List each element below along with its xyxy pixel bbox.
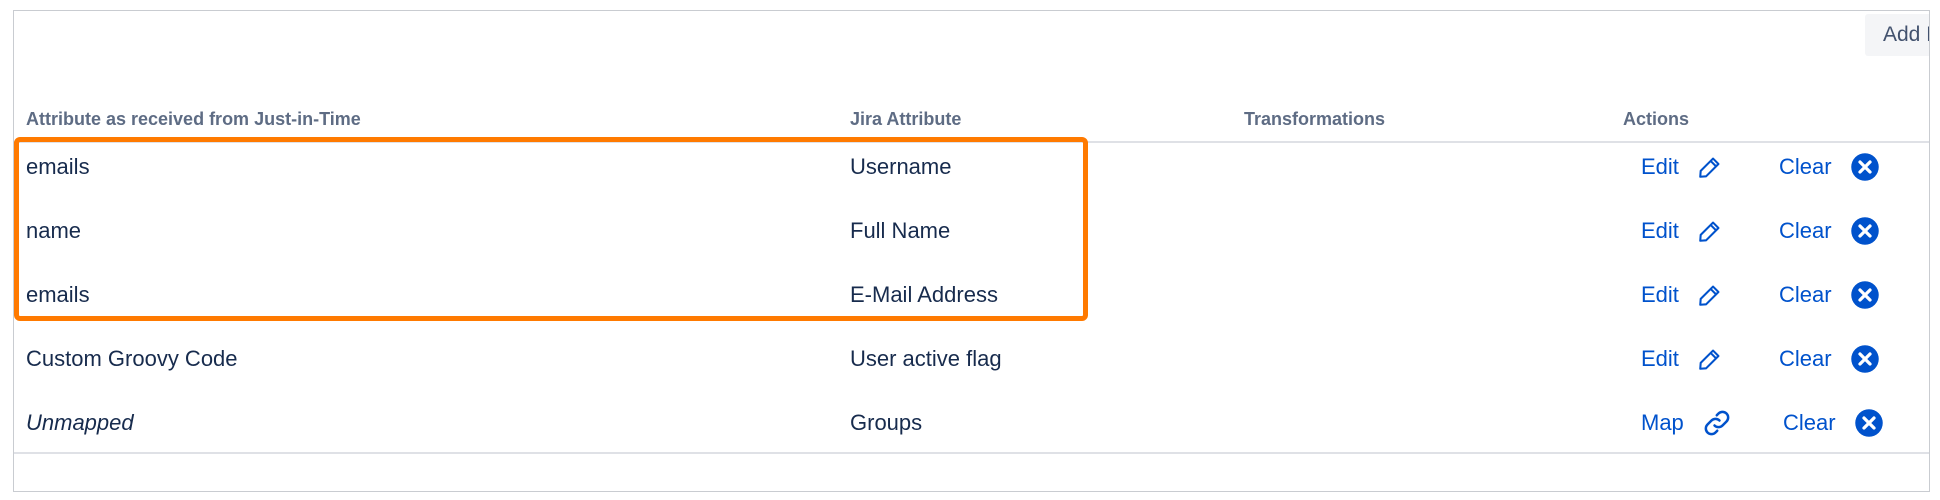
pencil-icon — [1697, 154, 1723, 180]
edit-button[interactable]: Edit — [1641, 199, 1723, 263]
table-bottom-divider — [14, 452, 1929, 454]
table-row: Unmapped Groups Map Clear — [14, 391, 1929, 455]
table-row: Custom Groovy Code User active flag Edit… — [14, 327, 1929, 391]
column-header-transformations: Transformations — [1244, 109, 1386, 129]
clear-button[interactable]: Clear — [1783, 391, 1884, 455]
clear-label: Clear — [1779, 218, 1832, 243]
table-row: name Full Name Edit Clear — [14, 199, 1929, 263]
clear-button[interactable]: Clear — [1779, 199, 1880, 263]
column-header-actions: Actions — [1623, 109, 1690, 129]
map-button[interactable]: Map — [1641, 391, 1732, 455]
close-circle-icon — [1850, 344, 1880, 374]
pencil-icon — [1697, 218, 1723, 244]
column-header-source: Attribute as received from Just-in-Time — [26, 109, 361, 129]
edit-button[interactable]: Edit — [1641, 135, 1723, 199]
edit-button[interactable]: Edit — [1641, 263, 1723, 327]
table-row: emails Username Edit Clear — [14, 135, 1929, 199]
pencil-icon — [1697, 346, 1723, 372]
clear-button[interactable]: Clear — [1779, 327, 1880, 391]
edit-label: Edit — [1641, 346, 1679, 371]
jira-attribute-cell: Full Name — [850, 218, 951, 243]
edit-button[interactable]: Edit — [1641, 327, 1723, 391]
source-attribute-cell: Unmapped — [26, 410, 134, 435]
edit-label: Edit — [1641, 282, 1679, 307]
source-attribute-cell: Custom Groovy Code — [26, 346, 238, 371]
table-row: emails E-Mail Address Edit Clear — [14, 263, 1929, 327]
column-header-jira-attribute: Jira Attribute — [850, 109, 962, 129]
map-label: Map — [1641, 410, 1684, 435]
mappings-panel: Add Mapping Attribute as received from J… — [13, 10, 1930, 492]
pencil-icon — [1697, 282, 1723, 308]
edit-label: Edit — [1641, 218, 1679, 243]
jira-attribute-cell: Username — [850, 154, 952, 179]
source-attribute-cell: name — [26, 218, 82, 243]
close-circle-icon — [1850, 152, 1880, 182]
clear-label: Clear — [1779, 346, 1832, 371]
clear-label: Clear — [1779, 282, 1832, 307]
clear-label: Clear — [1783, 410, 1836, 435]
jira-attribute-cell: User active flag — [850, 346, 1002, 371]
edit-label: Edit — [1641, 154, 1679, 179]
clear-button[interactable]: Clear — [1779, 135, 1880, 199]
jira-attribute-cell: Groups — [850, 410, 923, 435]
clear-label: Clear — [1779, 154, 1832, 179]
close-circle-icon — [1854, 408, 1884, 438]
source-attribute-cell: emails — [26, 154, 90, 179]
link-icon — [1702, 408, 1732, 438]
add-mapping-button[interactable]: Add Mapping — [1865, 14, 1929, 56]
close-circle-icon — [1850, 280, 1880, 310]
close-circle-icon — [1850, 216, 1880, 246]
source-attribute-cell: emails — [26, 282, 90, 307]
jira-attribute-cell: E-Mail Address — [850, 282, 998, 307]
clear-button[interactable]: Clear — [1779, 263, 1880, 327]
